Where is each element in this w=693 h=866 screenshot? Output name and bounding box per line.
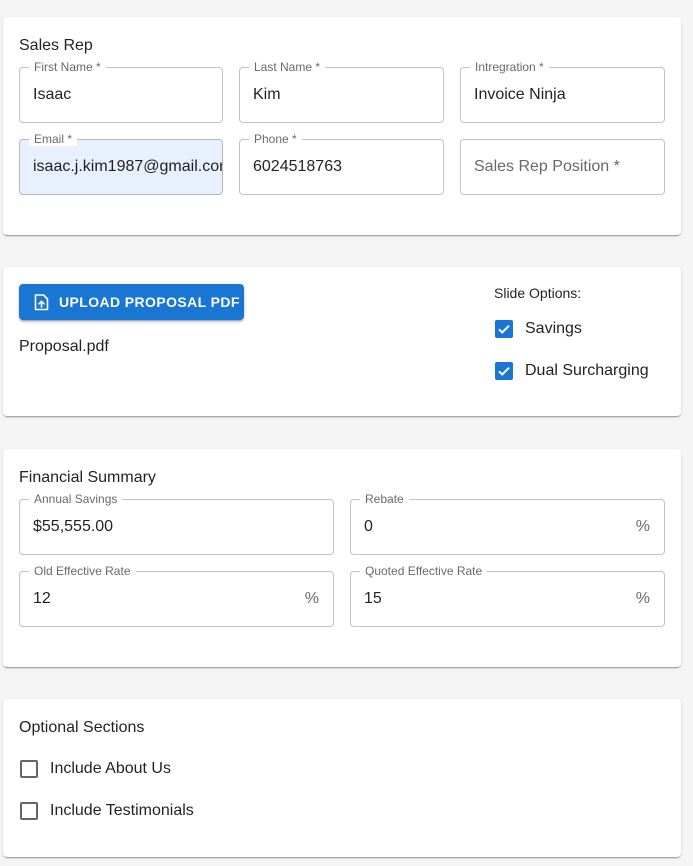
- last-name-value: Kim: [253, 86, 281, 103]
- last-name-field[interactable]: Last Name * Kim: [239, 60, 444, 123]
- dual-surcharging-option-label: Dual Surcharging: [525, 362, 649, 379]
- email-label: Email *: [29, 132, 78, 146]
- rebate-value: 0: [364, 518, 373, 535]
- email-field[interactable]: Email * isaac.j.kim1987@gmail.com: [19, 132, 223, 195]
- sales-rep-position-field[interactable]: Sales Rep Position *: [460, 139, 665, 195]
- integration-label: Intregration *: [470, 60, 549, 74]
- sales-rep-card: Sales Rep First Name * Isaac Last Name *…: [3, 17, 681, 235]
- first-name-label: First Name *: [29, 60, 106, 74]
- proposal-card: UPLOAD PROPOSAL PDF Proposal.pdf Slide O…: [3, 267, 681, 416]
- checkbox-checked-icon[interactable]: [495, 320, 513, 338]
- checkbox-unchecked-icon[interactable]: [20, 802, 38, 820]
- last-name-label: Last Name *: [249, 60, 326, 74]
- old-effective-rate-value: 12: [33, 590, 51, 607]
- quoted-effective-rate-value: 15: [364, 590, 382, 607]
- rebate-percent-adornment: %: [635, 518, 650, 535]
- old-effective-rate-label: Old Effective Rate: [29, 564, 136, 578]
- financial-summary-title: Financial Summary: [19, 469, 156, 486]
- phone-field[interactable]: Phone * 6024518763: [239, 132, 444, 195]
- savings-option[interactable]: Savings: [495, 320, 582, 338]
- phone-value: 6024518763: [253, 158, 342, 175]
- sales-rep-position-placeholder: Sales Rep Position *: [474, 158, 620, 175]
- email-value: isaac.j.kim1987@gmail.com: [33, 158, 222, 175]
- upload-proposal-button[interactable]: UPLOAD PROPOSAL PDF: [19, 284, 244, 320]
- quoted-rate-percent-adornment: %: [635, 590, 650, 607]
- include-about-us-label: Include About Us: [50, 760, 171, 777]
- first-name-value: Isaac: [33, 86, 72, 103]
- annual-savings-label: Annual Savings: [29, 492, 123, 506]
- upload-file-icon: [34, 293, 49, 311]
- quoted-effective-rate-field[interactable]: Quoted Effective Rate 15 %: [350, 564, 665, 627]
- upload-proposal-label: UPLOAD PROPOSAL PDF: [59, 294, 240, 310]
- include-testimonials-label: Include Testimonials: [50, 802, 194, 819]
- integration-value: Invoice Ninja: [474, 86, 566, 103]
- sales-rep-title: Sales Rep: [19, 37, 93, 54]
- checkbox-unchecked-icon[interactable]: [20, 760, 38, 778]
- financial-summary-card: Financial Summary Annual Savings $55,555…: [3, 449, 681, 667]
- rebate-field[interactable]: Rebate 0 %: [350, 492, 665, 555]
- checkbox-checked-icon[interactable]: [495, 362, 513, 380]
- optional-sections-title: Optional Sections: [19, 719, 145, 736]
- phone-label: Phone *: [249, 132, 302, 146]
- integration-field[interactable]: Intregration * Invoice Ninja: [460, 60, 665, 123]
- first-name-field[interactable]: First Name * Isaac: [19, 60, 223, 123]
- old-rate-percent-adornment: %: [304, 590, 319, 607]
- old-effective-rate-field[interactable]: Old Effective Rate 12 %: [19, 564, 334, 627]
- dual-surcharging-option[interactable]: Dual Surcharging: [495, 362, 649, 380]
- include-testimonials-option[interactable]: Include Testimonials: [20, 802, 194, 820]
- rebate-label: Rebate: [360, 492, 409, 506]
- proposal-file-name: Proposal.pdf: [19, 338, 109, 355]
- annual-savings-value: $55,555.00: [33, 518, 114, 535]
- annual-savings-field[interactable]: Annual Savings $55,555.00: [19, 492, 334, 555]
- savings-option-label: Savings: [525, 320, 582, 337]
- include-about-us-option[interactable]: Include About Us: [20, 760, 171, 778]
- optional-sections-card: Optional Sections Include About Us Inclu…: [3, 699, 681, 857]
- quoted-effective-rate-label: Quoted Effective Rate: [360, 564, 488, 578]
- slide-options-label: Slide Options:: [494, 285, 582, 301]
